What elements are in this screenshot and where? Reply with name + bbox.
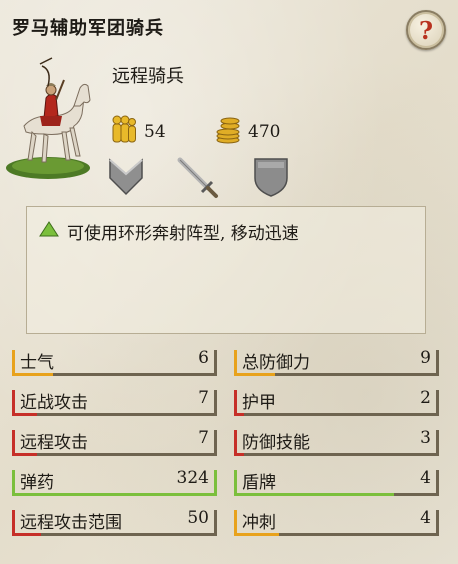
coins-icon bbox=[214, 114, 242, 149]
stat-bar bbox=[234, 413, 439, 416]
stat-label: 士气 bbox=[20, 353, 54, 373]
stat-bar bbox=[234, 453, 439, 456]
stat-label: 护甲 bbox=[242, 393, 276, 413]
men-count: 54 bbox=[144, 121, 166, 142]
stat-row-right-1: 护甲 2 bbox=[234, 386, 439, 418]
abilities-panel: 可使用环形奔射阵型, 移动迅速 bbox=[26, 206, 426, 334]
stat-bar-fill bbox=[12, 373, 53, 376]
stat-value: 2 bbox=[420, 388, 431, 408]
stat-label: 远程攻击 bbox=[20, 433, 88, 453]
stat-row-left-2: 远程攻击 7 bbox=[12, 426, 217, 458]
stat-bar bbox=[234, 493, 439, 496]
stat-bar-fill bbox=[12, 533, 41, 536]
unit-portrait bbox=[4, 56, 100, 188]
stat-row-left-0: 士气 6 bbox=[12, 346, 217, 378]
stat-value: 6 bbox=[198, 348, 209, 368]
sword-icon bbox=[176, 156, 220, 204]
stat-label: 总防御力 bbox=[242, 353, 310, 373]
stat-bar-fill bbox=[234, 533, 280, 536]
stat-value: 4 bbox=[420, 468, 431, 488]
stat-row-left-3: 弹药 324 bbox=[12, 466, 217, 498]
unit-title: 罗马辅助军团骑兵 bbox=[12, 18, 164, 39]
stat-bar bbox=[12, 453, 217, 456]
armor-chevron-icon bbox=[108, 156, 144, 200]
stat-bar-fill bbox=[12, 493, 217, 496]
unit-size: 54 bbox=[110, 114, 166, 149]
stat-bar bbox=[234, 533, 439, 536]
green-triangle-icon bbox=[39, 221, 59, 242]
ability-item: 可使用环形奔射阵型, 移动迅速 bbox=[39, 219, 299, 244]
stat-bar-fill bbox=[12, 453, 37, 456]
stat-label: 冲刺 bbox=[242, 513, 276, 533]
men-icon bbox=[110, 114, 138, 149]
stat-value: 50 bbox=[187, 508, 209, 528]
stat-label: 盾牌 bbox=[242, 473, 276, 493]
stat-value: 324 bbox=[176, 468, 209, 488]
cost-value: 470 bbox=[248, 121, 281, 142]
unit-attribute-icons bbox=[106, 156, 306, 200]
stat-label: 防御技能 bbox=[242, 433, 310, 453]
stat-value: 7 bbox=[198, 388, 209, 408]
stat-label: 远程攻击范围 bbox=[20, 513, 122, 533]
stat-bar bbox=[12, 533, 217, 536]
stat-bar-fill bbox=[234, 413, 245, 416]
stat-bar bbox=[12, 493, 217, 496]
stat-row-right-4: 冲刺 4 bbox=[234, 506, 439, 538]
stat-value: 9 bbox=[420, 348, 431, 368]
shield-icon bbox=[252, 156, 290, 202]
stat-bar bbox=[12, 373, 217, 376]
stat-label: 弹药 bbox=[20, 473, 54, 493]
stat-value: 7 bbox=[198, 428, 209, 448]
stat-bar-fill bbox=[234, 493, 394, 496]
unit-card: 罗马辅助军团骑兵 ? 远程骑兵 54 470 可使用环形奔射阵型, 移动迅速 士… bbox=[0, 0, 458, 564]
stat-label: 近战攻击 bbox=[20, 393, 88, 413]
stat-bar bbox=[12, 413, 217, 416]
ability-text: 可使用环形奔射阵型, 移动迅速 bbox=[67, 224, 299, 244]
stat-value: 3 bbox=[420, 428, 431, 448]
stat-row-right-3: 盾牌 4 bbox=[234, 466, 439, 498]
stat-row-left-4: 远程攻击范围 50 bbox=[12, 506, 217, 538]
unit-type: 远程骑兵 bbox=[112, 66, 184, 87]
stat-bar bbox=[234, 373, 439, 376]
stat-bar-fill bbox=[234, 373, 275, 376]
stat-row-right-2: 防御技能 3 bbox=[234, 426, 439, 458]
stat-value: 4 bbox=[420, 508, 431, 528]
stat-row-right-0: 总防御力 9 bbox=[234, 346, 439, 378]
stat-bar-fill bbox=[12, 413, 37, 416]
stat-row-left-1: 近战攻击 7 bbox=[12, 386, 217, 418]
stat-bar-fill bbox=[234, 453, 245, 456]
unit-cost: 470 bbox=[214, 114, 280, 149]
help-button[interactable]: ? bbox=[406, 10, 446, 50]
